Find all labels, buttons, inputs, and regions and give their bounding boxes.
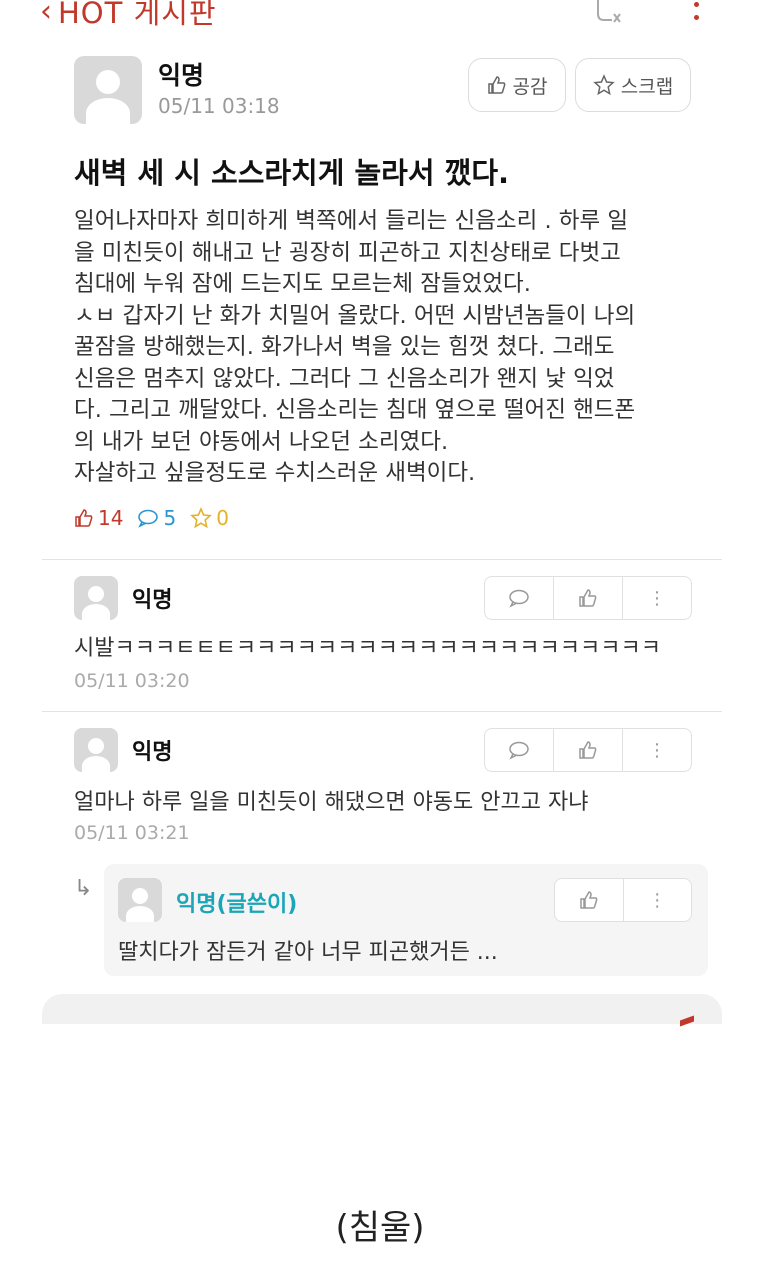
post-body-line: 침대에 누워 잠에 드는지도 모르는체 잠들었었다. [74,271,531,297]
comment-more-button[interactable]: ⋮ [623,577,691,619]
reply-box: 익명(글쓴이) ⋮ 딸치다가 잠든거 같아 너무 피곤했거든 ... [104,864,708,976]
post-body-line: 의 내가 보던 야동에서 나오던 소리였다. [74,428,449,455]
comment-author: 익명 [132,588,173,613]
reply-avatar [118,878,162,922]
comment-text: 시발ㅋㅋㅋㅌㅌㅌㅋㅋㅋㅋㅋㅋㅋㅋㅋㅋㅋㅋㅋㅋㅋㅋㅋㅋㅋㅋㅋ [74,636,661,661]
comment-author: 익명 [132,740,173,765]
thumbs-up-icon [579,589,597,607]
more-options-icon[interactable] [688,2,704,28]
chevron-left-icon: ‹ [40,0,52,29]
thumbs-up-icon [579,741,597,759]
comment-time: 05/11 03:20 [74,670,190,692]
comment-avatar [74,576,118,620]
post-body-line: 을 미친듯이 해내고 난 굉장히 피곤하고 지친상태로 다벗고 [74,239,621,266]
like-button[interactable]: 공감 [468,58,566,112]
comment-actions: ⋮ [484,728,692,772]
top-bar: ‹ HOT 게시판 [0,0,760,34]
reply-button[interactable] [485,577,554,619]
post-body-line: 자살하고 싶을정도로 수치스러운 새벽이다. [74,460,476,486]
back-button[interactable]: ‹ HOT 게시판 [40,0,217,32]
star-icon [190,507,213,529]
post-body-line: 꿀잠을 방해했는지. 화가나서 벽을 있는 힘껏 쳤다. 그래도 [74,334,615,360]
more-vertical-icon: ⋮ [648,739,666,761]
reply-author: 익명(글쓴이) [176,892,298,917]
comment-like-button[interactable] [554,729,623,771]
post-time: 05/11 03:18 [158,94,280,118]
speech-bubble-icon [138,509,159,528]
comment-input-bar[interactable] [42,994,722,1024]
like-count: 14 [74,506,123,530]
author-avatar [74,56,142,124]
divider [42,711,722,712]
notification-off-icon[interactable] [590,0,624,28]
post-stats: 14 5 0 [74,506,229,530]
scrap-count: 0 [190,506,229,530]
reply-text: 딸치다가 잠든거 같아 너무 피곤했거든 ... [118,940,498,965]
like-button-label: 공감 [512,75,548,98]
post-author: 익명 [158,61,205,90]
post-body-line: 신음은 멈추지 않았다. 그러다 그 신음소리가 왠지 낯 익었 [74,365,615,392]
comment-text: 얼마나 하루 일을 미친듯이 해댔으면 야동도 안끄고 자냐 [74,790,589,815]
comment-actions: ⋮ [484,576,692,620]
scrap-button[interactable]: 스크랩 [575,58,691,112]
thumbs-up-icon [75,509,93,527]
comment-like-button[interactable] [554,577,623,619]
reply-like-button[interactable] [555,879,624,921]
reply-button[interactable] [485,729,554,771]
post-body: 일어나자마자 희미하게 벽쪽에서 들리는 신음소리 . 하루 일 을 미친듯이 … [74,206,714,490]
comment-avatar [74,728,118,772]
star-icon [593,74,615,96]
post-body-line: 다. 그리고 깨달았다. 신음소리는 침대 옆으로 떨어진 핸드폰 [74,397,636,423]
reply-more-button[interactable]: ⋮ [624,879,692,921]
post-title: 새벽 세 시 소스라치게 놀라서 깼다. [74,156,510,190]
comment-count: 5 [137,506,176,530]
reply-arrow-icon: ↳ [74,876,93,901]
more-vertical-icon: ⋮ [648,587,666,609]
thumbs-up-icon [487,76,505,94]
speech-bubble-icon [509,741,529,760]
comment-time: 05/11 03:21 [74,822,190,844]
divider [42,559,722,560]
scrap-button-label: 스크랩 [620,75,674,98]
reply-actions: ⋮ [554,878,692,922]
thumbs-up-icon [580,891,598,909]
board-title: HOT 게시판 [58,0,217,30]
caption: (침울) [335,1208,425,1248]
more-vertical-icon: ⋮ [648,889,667,911]
comment-more-button[interactable]: ⋮ [623,729,691,771]
post-body-line: ㅅㅂ 갑자기 난 화가 치밀어 올랐다. 어떤 시밤년놈들이 나의 [74,302,636,329]
speech-bubble-icon [509,589,529,608]
post-body-line: 일어나자마자 희미하게 벽쪽에서 들리는 신음소리 . 하루 일 [74,208,629,234]
